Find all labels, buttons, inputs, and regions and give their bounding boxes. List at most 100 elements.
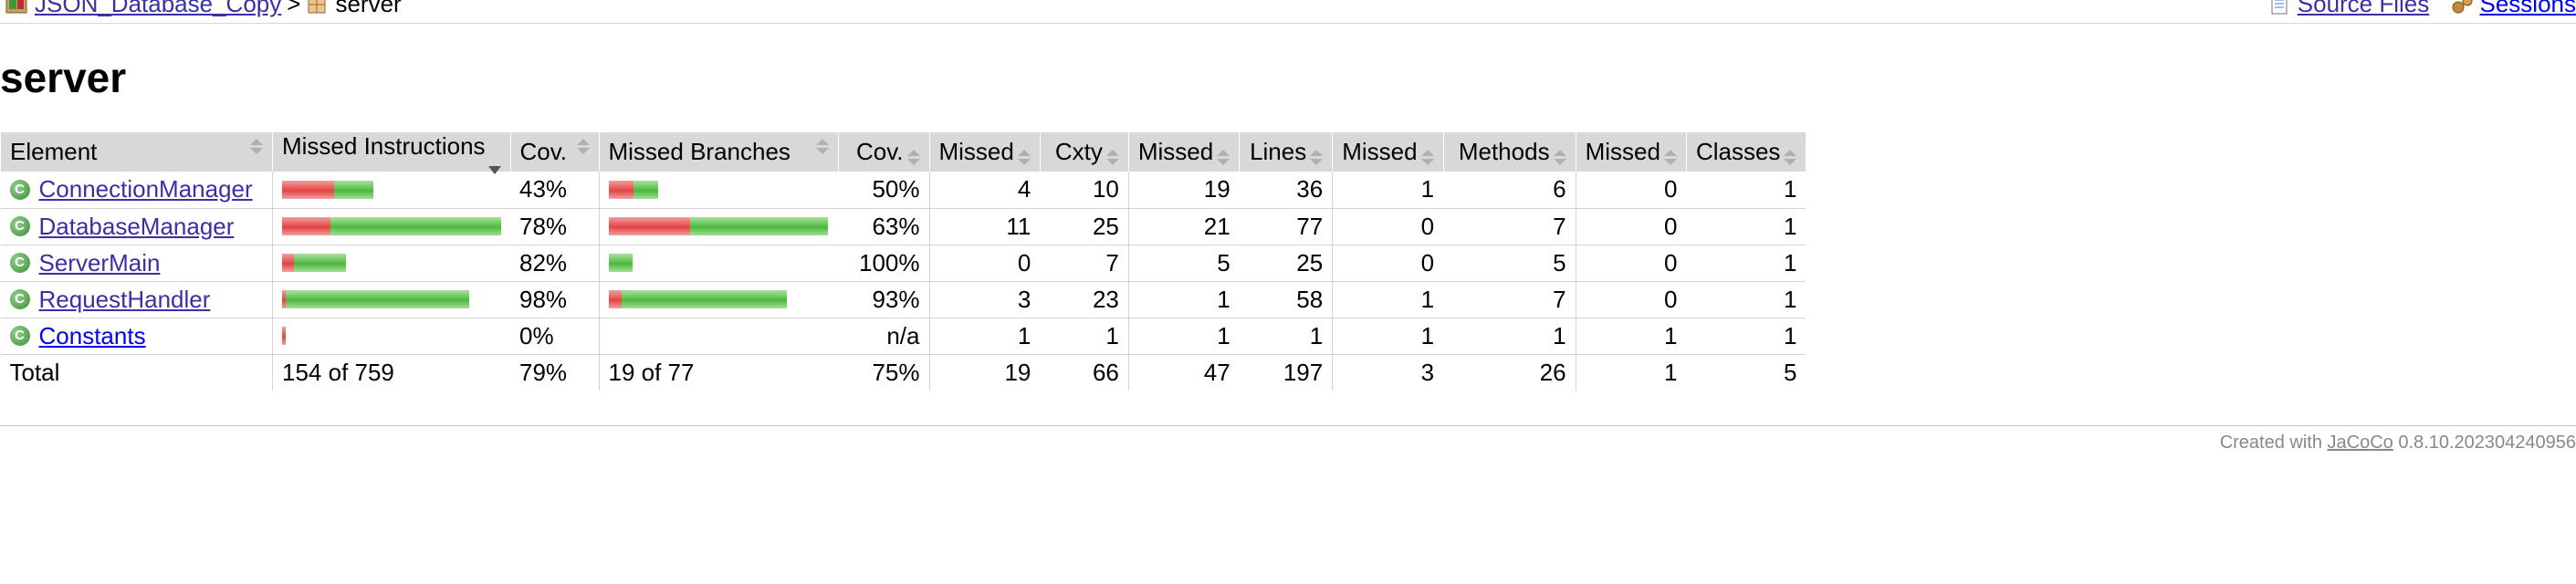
instructions-bar-cell xyxy=(272,318,510,355)
methods-missed: 0 xyxy=(1332,208,1444,245)
class-icon: C xyxy=(9,216,30,236)
methods-missed: 0 xyxy=(1332,245,1444,282)
element-cell: C ServerMain xyxy=(0,245,273,282)
instr-coverage: 78% xyxy=(510,208,599,245)
lines: 1 xyxy=(1239,318,1333,355)
branches-bar xyxy=(608,217,830,235)
branch-coverage: 63% xyxy=(838,208,929,245)
instr-coverage: 98% xyxy=(510,281,599,318)
methods: 7 xyxy=(1443,208,1576,245)
total-instructions: 154 of 759 xyxy=(272,353,510,391)
class-link[interactable]: DatabaseManager xyxy=(39,213,235,241)
branch-coverage: 100% xyxy=(838,245,929,282)
classes-missed: 1 xyxy=(1575,318,1687,355)
total-methods-missed: 3 xyxy=(1332,353,1444,391)
project-link[interactable]: JSON_Database_Copy xyxy=(35,0,281,17)
branches-bar-cell xyxy=(598,318,838,355)
class-link[interactable]: Constants xyxy=(39,322,146,350)
branch-coverage: 93% xyxy=(838,281,929,318)
instr-coverage: 0% xyxy=(510,318,599,355)
header-missed-instructions[interactable]: Missed Instructions xyxy=(272,132,510,174)
total-label: Total xyxy=(0,353,273,391)
total-branches: 19 of 77 xyxy=(598,353,838,391)
classes: 1 xyxy=(1686,172,1806,209)
total-classes-missed: 1 xyxy=(1575,353,1687,391)
table-header-row: Element Missed Instructions Cov. Missed … xyxy=(0,132,1806,174)
table-row: C Constants 0% n/a 1 1 1 1 1 1 1 1 xyxy=(0,318,1806,355)
missed-bar xyxy=(282,217,330,235)
instructions-bar-cell xyxy=(272,172,510,209)
breadcrumb-current: server xyxy=(335,0,402,17)
total-classes: 5 xyxy=(1686,353,1806,391)
lines-missed: 1 xyxy=(1127,318,1240,355)
table-row: C ConnectionManager 43% 50% 4 10 19 36 1 6 0 1 xyxy=(0,172,1806,209)
total-instr-coverage: 79% xyxy=(510,353,599,391)
instructions-bar-cell xyxy=(272,208,510,245)
classes: 1 xyxy=(1686,318,1806,355)
header-classes-missed[interactable]: Missed xyxy=(1575,132,1687,172)
instructions-bar xyxy=(282,254,501,272)
total-cxty-missed: 19 xyxy=(928,353,1041,391)
classes: 1 xyxy=(1686,281,1806,318)
methods-missed: 1 xyxy=(1332,281,1444,318)
header-branch-coverage[interactable]: Cov. xyxy=(837,132,929,172)
table-row: C DatabaseManager 78% 63% 11 25 21 77 0 7 0 1 xyxy=(0,208,1806,245)
cxty: 7 xyxy=(1040,245,1129,282)
source-files-link[interactable]: Source Files xyxy=(2298,0,2430,17)
branch-coverage: n/a xyxy=(838,318,929,355)
header-instr-coverage[interactable]: Cov. xyxy=(509,132,599,172)
package-icon xyxy=(308,0,326,14)
methods-missed: 1 xyxy=(1332,318,1444,355)
total-lines: 197 xyxy=(1239,353,1333,391)
cxty: 10 xyxy=(1040,172,1129,209)
covered-bar xyxy=(286,290,469,308)
branches-bar xyxy=(608,180,830,199)
class-link[interactable]: ConnectionManager xyxy=(39,175,253,203)
class-link[interactable]: ServerMain xyxy=(39,249,161,277)
header-missed-branches[interactable]: Missed Branches xyxy=(598,132,838,172)
element-name: C RequestHandler xyxy=(9,286,264,314)
header-lines[interactable]: Lines xyxy=(1239,132,1333,172)
covered-bar xyxy=(689,217,828,235)
classes-missed: 0 xyxy=(1575,172,1687,209)
header-cxty-missed[interactable]: Missed xyxy=(928,132,1041,172)
methods: 1 xyxy=(1443,318,1576,355)
header-lines-missed[interactable]: Missed xyxy=(1127,132,1240,172)
missed-bar xyxy=(282,180,334,199)
class-icon: C xyxy=(9,326,30,346)
header-element[interactable]: Element xyxy=(0,132,273,172)
total-methods: 26 xyxy=(1443,353,1576,391)
element-cell: C RequestHandler xyxy=(0,281,273,318)
class-link[interactable]: RequestHandler xyxy=(39,286,211,314)
sessions-icon xyxy=(2452,0,2472,14)
footer-prefix: Created with xyxy=(2219,433,2322,453)
sessions-link[interactable]: Sessions xyxy=(2480,0,2576,17)
covered-bar xyxy=(294,254,346,272)
footer-divider xyxy=(0,425,2576,426)
header-methods[interactable]: Methods xyxy=(1442,132,1576,172)
lines: 77 xyxy=(1239,208,1333,245)
table-row: C RequestHandler 98% 93% 3 23 1 58 1 7 0 1 xyxy=(0,281,1806,318)
cxty-missed: 11 xyxy=(928,208,1041,245)
methods: 5 xyxy=(1443,245,1576,282)
branches-bar xyxy=(608,254,830,272)
footer: Created with JaCoCo 0.8.10.202304240956 xyxy=(2220,433,2576,454)
classes-missed: 0 xyxy=(1575,245,1687,282)
cxty-missed: 0 xyxy=(928,245,1041,282)
lines-missed: 21 xyxy=(1127,208,1240,245)
element-name: C ServerMain xyxy=(9,249,264,277)
jacoco-link[interactable]: JaCoCo xyxy=(2328,433,2393,453)
lines: 25 xyxy=(1239,245,1333,282)
covered-bar xyxy=(633,180,658,199)
cxty: 23 xyxy=(1040,281,1129,318)
header-methods-missed[interactable]: Missed xyxy=(1332,132,1444,172)
methods: 6 xyxy=(1443,172,1576,209)
cxty: 25 xyxy=(1040,208,1129,245)
missed-bar xyxy=(282,254,294,272)
instructions-bar xyxy=(282,290,501,308)
breadcrumb: JSON_Database_Copy > server Source Files … xyxy=(0,0,2576,24)
classes-missed: 0 xyxy=(1575,208,1687,245)
header-classes[interactable]: Classes xyxy=(1685,132,1806,172)
covered-bar xyxy=(330,217,501,235)
header-cxty[interactable]: Cxty xyxy=(1039,132,1129,172)
